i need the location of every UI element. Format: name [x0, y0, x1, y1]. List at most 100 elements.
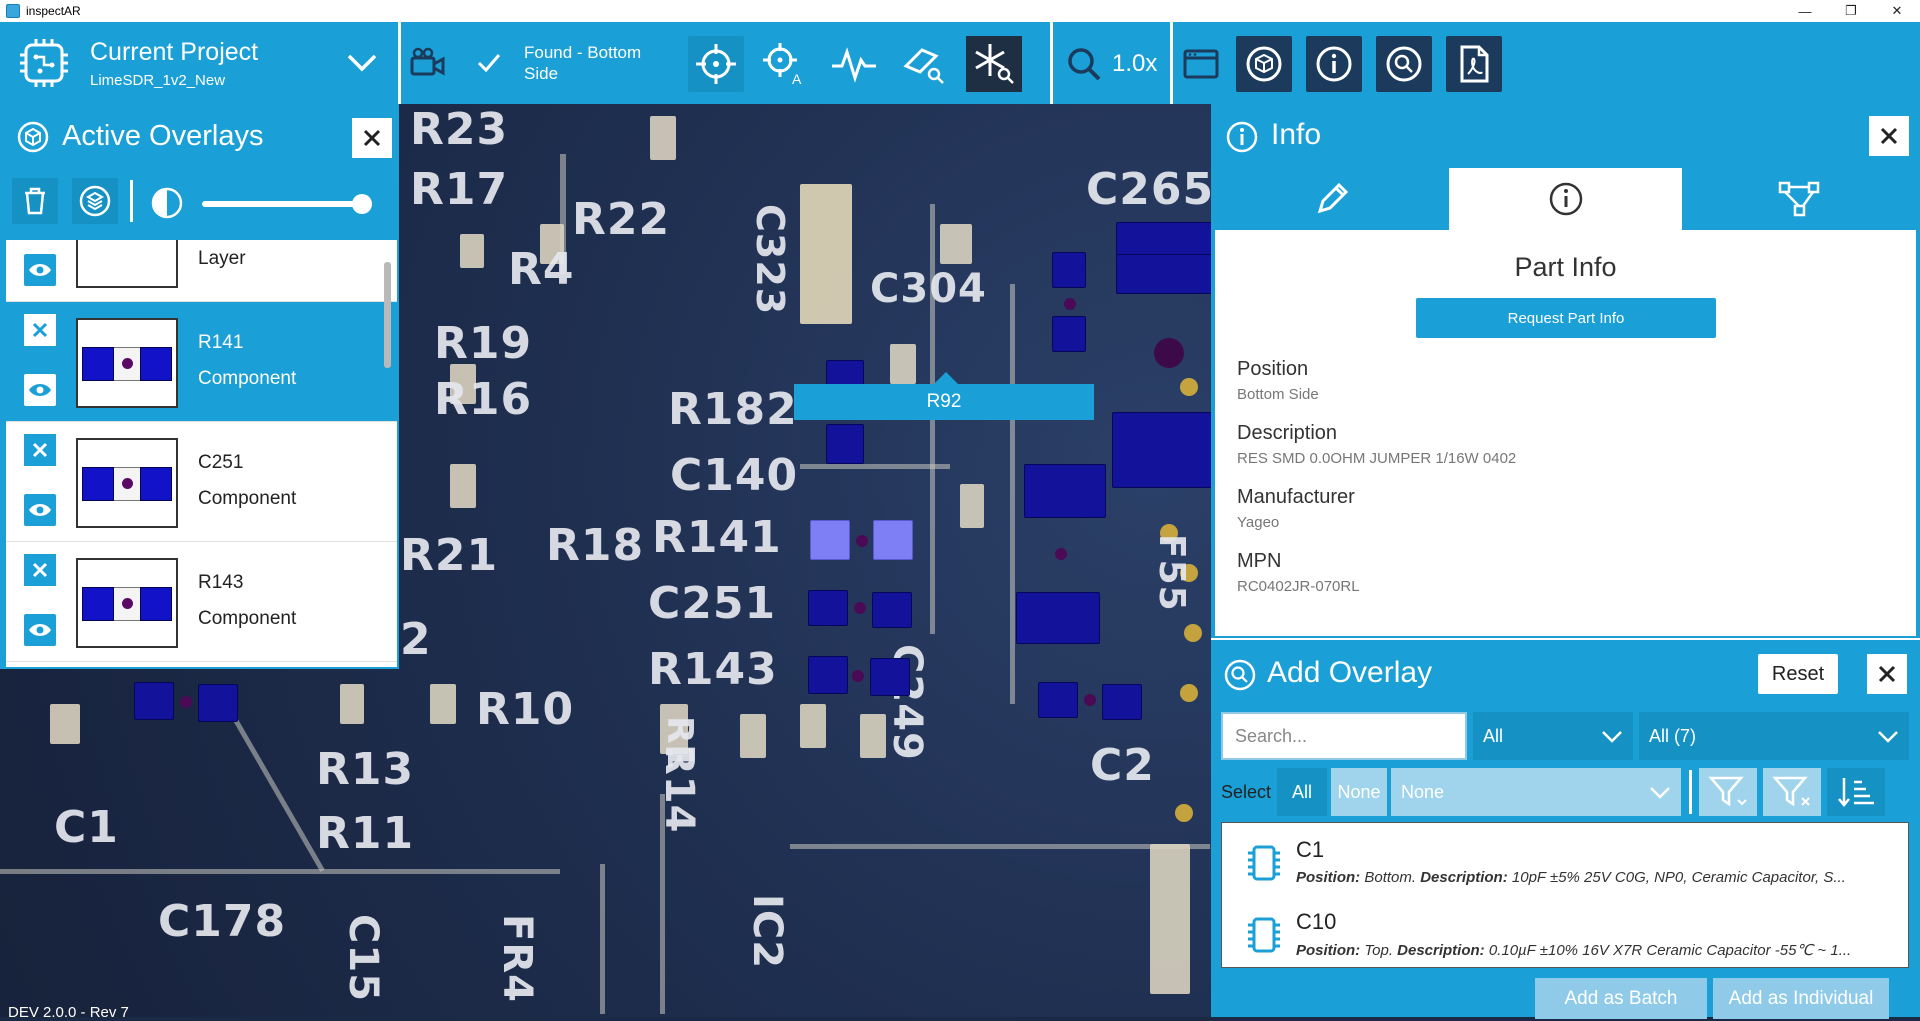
freeze-button[interactable]: [966, 36, 1022, 92]
side-filter-dropdown[interactable]: All: [1473, 712, 1633, 760]
type-filter-dropdown[interactable]: All (7): [1639, 712, 1909, 760]
zoom-icon[interactable]: [1066, 46, 1102, 82]
close-icon: [1878, 665, 1896, 683]
overlay-item-layer[interactable]: Layer: [6, 240, 397, 302]
sort-button[interactable]: [1827, 768, 1885, 816]
silkscreen-label: C323: [748, 204, 792, 316]
filter-button[interactable]: [1699, 768, 1757, 816]
silkscreen-label: R4: [508, 244, 575, 295]
manufacturer-label: Manufacturer: [1237, 486, 1355, 508]
component-overlay[interactable]: [134, 682, 174, 720]
locate-button[interactable]: [688, 36, 744, 92]
trash-icon: [25, 187, 45, 215]
silkscreen-label: C178: [158, 896, 287, 947]
opacity-slider-track[interactable]: [202, 201, 364, 207]
pcb-pad: [430, 684, 456, 724]
tab-connections[interactable]: [1682, 168, 1917, 230]
selected-component-overlay[interactable]: [810, 520, 850, 560]
pcb-pad: [940, 224, 972, 264]
overlay-item-r141[interactable]: R141 Component: [6, 302, 397, 422]
silkscreen-label: R13: [316, 744, 415, 795]
component-overlay[interactable]: [1016, 592, 1100, 644]
silkscreen-label: F55: [1151, 534, 1192, 612]
silkscreen-label: IC2: [744, 894, 790, 970]
signal-button[interactable]: [826, 36, 882, 92]
dropdown-value: None: [1401, 781, 1445, 802]
active-overlays-button[interactable]: [1236, 36, 1292, 92]
pcb-pad: [340, 684, 364, 724]
camera-button[interactable]: [400, 36, 456, 92]
chevron-down-icon[interactable]: [345, 50, 379, 76]
component-overlay[interactable]: [1024, 464, 1106, 518]
silkscreen-label: R17: [410, 164, 509, 215]
cube-circle-icon: [1246, 46, 1282, 82]
close-button[interactable]: [1869, 116, 1909, 156]
search-input[interactable]: Search...: [1221, 712, 1467, 760]
list-item[interactable]: C1 Position: Bottom. Description: 10pF ±…: [1222, 823, 1908, 895]
scrollbar[interactable]: [384, 262, 391, 368]
close-button[interactable]: [352, 118, 392, 158]
component-overlay[interactable]: [198, 684, 238, 722]
list-item[interactable]: C10 Position: Top. Description: 0.10µF ±…: [1222, 895, 1908, 967]
delete-all-button[interactable]: [12, 178, 58, 224]
reset-button[interactable]: Reset: [1758, 654, 1838, 694]
search-circle-icon: [1386, 46, 1422, 82]
browser-window-icon: [1183, 49, 1219, 79]
add-as-individual-button[interactable]: Add as Individual: [1713, 978, 1889, 1019]
pcb-pad: [800, 704, 826, 748]
tab-info[interactable]: [1448, 168, 1683, 230]
minimize-icon[interactable]: —: [1782, 0, 1828, 22]
overlay-item-c251[interactable]: C251 Component: [6, 422, 397, 542]
clear-filter-button[interactable]: [1763, 768, 1821, 816]
visibility-toggle[interactable]: [24, 374, 56, 406]
silkscreen-label: R23: [410, 104, 509, 155]
component-overlay[interactable]: [808, 590, 848, 626]
overlay-type: Component: [198, 608, 297, 629]
overlay-thumbnail: [76, 240, 178, 288]
layers-button[interactable]: [72, 178, 118, 224]
visibility-toggle[interactable]: [24, 614, 56, 646]
close-window-icon[interactable]: ✕: [1874, 0, 1920, 22]
component-overlay[interactable]: [1116, 254, 1212, 294]
description-value: RES SMD 0.0OHM JUMPER 1/16W 0402: [1237, 450, 1517, 467]
opacity-slider-thumb[interactable]: [352, 194, 372, 214]
remove-overlay-button[interactable]: [24, 314, 56, 346]
restore-icon[interactable]: ❐: [1828, 0, 1874, 22]
component-overlay[interactable]: [1052, 252, 1086, 288]
auto-locate-button[interactable]: A: [756, 36, 812, 92]
pdf-button[interactable]: [1446, 36, 1502, 92]
tab-edit[interactable]: [1215, 168, 1449, 230]
component-overlay[interactable]: [1052, 316, 1086, 352]
component-overlay[interactable]: [826, 424, 864, 464]
remove-overlay-button[interactable]: [24, 554, 56, 586]
result-name: C10: [1296, 909, 1337, 934]
component-overlay[interactable]: [1112, 412, 1212, 488]
search-tag-button[interactable]: [896, 36, 952, 92]
overlay-item-r143[interactable]: R143 Component: [6, 542, 397, 662]
crosshair-icon: [696, 44, 736, 84]
svg-text:A: A: [792, 71, 802, 87]
visibility-toggle[interactable]: [24, 494, 56, 526]
remove-overlay-button[interactable]: [24, 434, 56, 466]
info-button[interactable]: [1306, 36, 1362, 92]
close-button[interactable]: [1867, 654, 1907, 694]
select-all-button[interactable]: All: [1277, 768, 1327, 816]
window-button[interactable]: [1173, 36, 1229, 92]
info-panel: Info Part Info Request Part Info Positio…: [1211, 104, 1920, 640]
component-overlay[interactable]: [872, 592, 912, 628]
add-as-batch-button[interactable]: Add as Batch: [1535, 978, 1707, 1019]
selected-component-overlay[interactable]: [873, 520, 913, 560]
add-overlay-button[interactable]: [1376, 36, 1432, 92]
component-overlay[interactable]: [1038, 682, 1078, 718]
silkscreen-label: R19: [434, 318, 533, 369]
close-icon: [363, 129, 381, 147]
visibility-toggle[interactable]: [24, 254, 56, 286]
component-overlay[interactable]: [1102, 684, 1142, 720]
component-overlay[interactable]: [808, 656, 848, 694]
selection-dropdown[interactable]: None: [1391, 768, 1681, 816]
silkscreen-label: C304: [870, 266, 987, 312]
silkscreen-label: R143: [648, 644, 778, 695]
component-overlay[interactable]: [870, 658, 910, 696]
request-part-info-button[interactable]: Request Part Info: [1416, 298, 1716, 338]
select-none-button[interactable]: None: [1331, 768, 1387, 816]
